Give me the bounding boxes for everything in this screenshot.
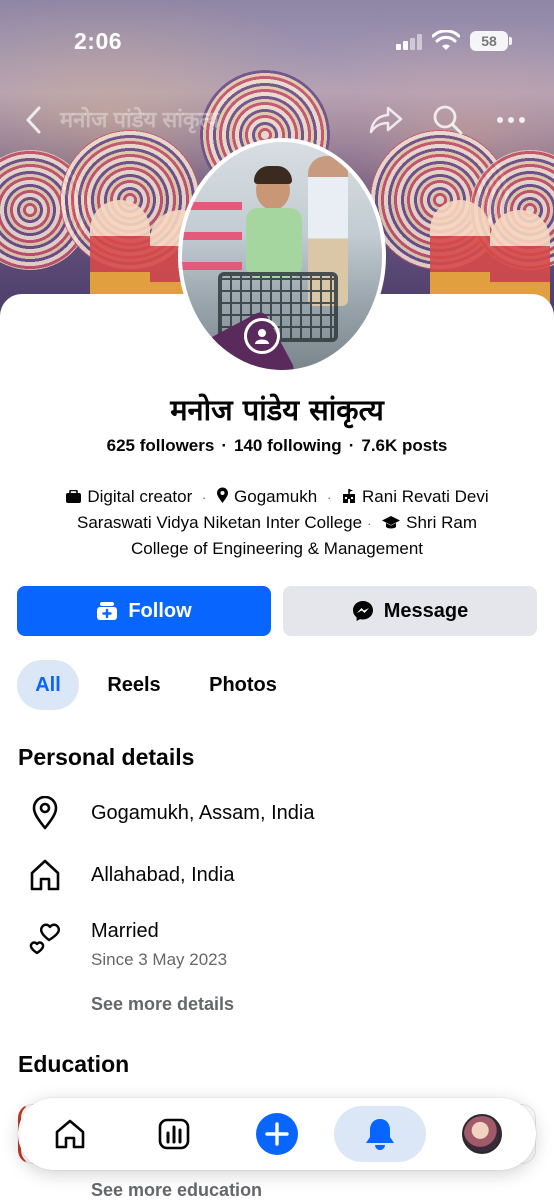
detail-relationship: Married Since 3 May 2023 xyxy=(0,914,554,974)
profile-intro: Digital creator · Gogamukh · Rani Revati… xyxy=(30,484,524,561)
more-options-button[interactable] xyxy=(489,98,533,142)
status-bar: 2:06 58 xyxy=(0,0,554,80)
profile-avatar-icon xyxy=(462,1114,502,1154)
home-icon xyxy=(26,856,64,894)
detail-text: Married xyxy=(91,920,159,942)
profile-picture[interactable] xyxy=(178,138,386,374)
detail-current-city: Gogamukh, Assam, India xyxy=(0,790,554,840)
detail-hometown: Allahabad, India xyxy=(0,852,554,902)
cellular-signal-icon xyxy=(396,34,424,50)
status-time: 2:06 xyxy=(74,28,123,54)
nav-profile-button[interactable] xyxy=(454,1106,510,1162)
intro-location: Gogamukh xyxy=(211,487,322,506)
detail-text: Gogamukh, Assam, India xyxy=(91,802,315,824)
see-more-details-link[interactable]: See more details xyxy=(91,994,234,1015)
profile-photo xyxy=(182,142,382,370)
intro-role: Digital creator xyxy=(65,487,197,506)
education-title: Education xyxy=(18,1051,130,1077)
follow-button[interactable]: Follow xyxy=(17,586,271,636)
hearts-icon xyxy=(26,920,64,958)
share-button[interactable] xyxy=(364,98,408,142)
location-pin-icon xyxy=(26,794,64,832)
intro-school: Rani Revati Devi xyxy=(336,487,489,506)
search-button[interactable] xyxy=(426,98,470,142)
create-plus-icon xyxy=(256,1113,298,1155)
share-arrow-icon xyxy=(369,106,403,134)
posts-count: 7.6K posts xyxy=(361,436,448,455)
message-button[interactable]: Message xyxy=(283,586,537,636)
detail-text: Allahabad, India xyxy=(91,864,235,886)
profile-name: मनोज पांडेय सांकृत्य xyxy=(170,393,384,427)
see-more-education-link[interactable]: See more education xyxy=(91,1180,262,1200)
detail-subtext: Since 3 May 2023 xyxy=(91,950,228,969)
nav-notifications-button[interactable] xyxy=(352,1106,408,1162)
nav-home-button[interactable] xyxy=(42,1106,98,1162)
profile-stats: 625 followers · 140 following · 7.6K posts xyxy=(106,436,448,455)
briefcase-icon xyxy=(66,489,82,503)
following-count[interactable]: 140 following xyxy=(234,436,342,455)
followers-count[interactable]: 625 followers xyxy=(107,436,215,455)
add-friend-icon xyxy=(97,602,118,620)
back-button[interactable] xyxy=(12,98,56,142)
more-dots-icon xyxy=(497,117,525,123)
wifi-icon xyxy=(431,29,461,52)
profile-lock-icon xyxy=(244,318,280,354)
tab-all[interactable]: All xyxy=(17,660,79,710)
bottom-navigation xyxy=(18,1098,536,1170)
tab-reels[interactable]: Reels xyxy=(96,660,172,710)
header-title: मनोज पांडेय सांकृत्य xyxy=(60,107,219,132)
intro-school-name: Saraswati Vidya Niketan Inter College xyxy=(77,513,363,532)
tab-photos[interactable]: Photos xyxy=(196,660,290,710)
messenger-icon xyxy=(352,601,373,621)
home-icon xyxy=(55,1119,85,1149)
nav-dashboard-button[interactable] xyxy=(146,1106,202,1162)
battery-indicator: 58 xyxy=(470,31,512,51)
graduation-cap-icon xyxy=(382,516,401,529)
school-building-icon xyxy=(343,489,356,503)
intro-college-name: College of Engineering & Management xyxy=(130,539,424,558)
back-chevron-icon xyxy=(26,106,41,134)
nav-create-button[interactable] xyxy=(249,1106,305,1162)
intro-college: Shri Ram xyxy=(376,513,477,532)
notifications-bell-icon xyxy=(366,1119,394,1150)
location-pin-icon xyxy=(217,487,229,503)
personal-details-title: Personal details xyxy=(18,744,195,770)
dashboard-icon xyxy=(158,1118,190,1150)
search-icon xyxy=(433,105,463,135)
